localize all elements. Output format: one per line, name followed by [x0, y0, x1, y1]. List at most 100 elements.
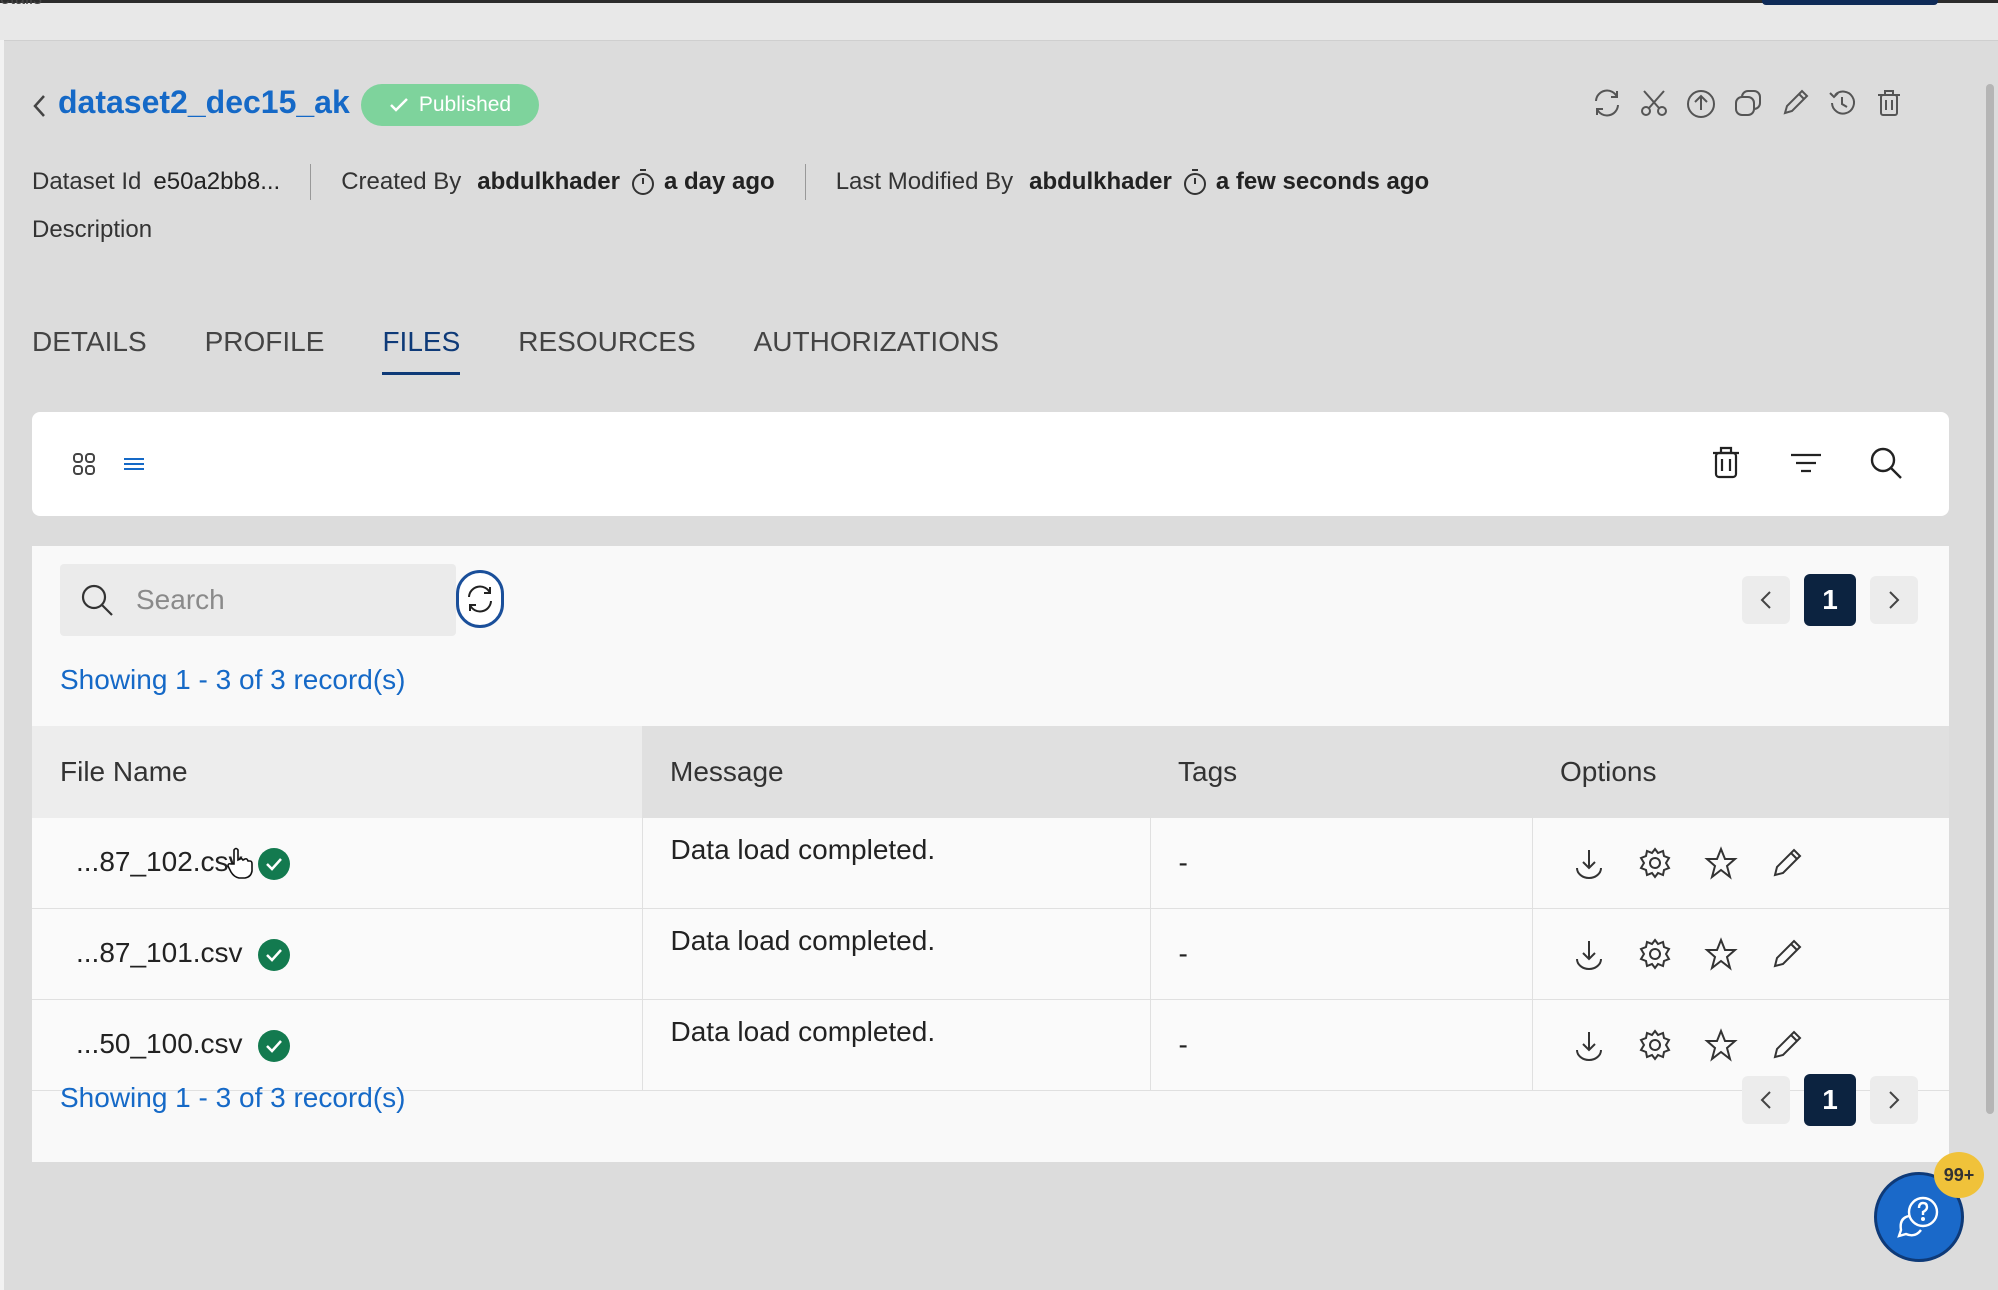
success-check-icon [258, 938, 291, 971]
refresh-icon [464, 583, 496, 615]
options-cell [1531, 818, 1949, 909]
message-cell: Data load completed. [641, 999, 1150, 1091]
column-header-tags[interactable]: Tags [1150, 726, 1532, 818]
tab-profile[interactable]: PROFILE [205, 326, 325, 375]
edit-icon[interactable] [1778, 86, 1811, 119]
file-name-cell: ...87_101.csv [32, 908, 642, 1000]
breadcrumb: etails [0, 0, 42, 9]
modified-by-label: Last Modified By [835, 168, 1014, 195]
column-header-file-name[interactable]: File Name [32, 726, 642, 818]
edit-icon[interactable] [1769, 1027, 1805, 1063]
help-chat-icon [1895, 1194, 1943, 1240]
success-check-icon [258, 1029, 291, 1062]
header-toolbar [1590, 86, 1905, 119]
refresh-button[interactable] [456, 570, 504, 628]
pagination-top: 1 [1742, 574, 1918, 626]
tags-cell: - [1149, 999, 1532, 1091]
search-input[interactable] [134, 583, 438, 617]
current-page[interactable]: 1 [1804, 1074, 1856, 1126]
current-page[interactable]: 1 [1804, 574, 1856, 626]
table-header-row: File Name Message Tags Options [32, 726, 1949, 818]
star-icon[interactable] [1703, 1027, 1739, 1063]
star-icon[interactable] [1703, 936, 1739, 972]
column-header-options: Options [1532, 726, 1949, 818]
dataset-id-label: Dataset Id [32, 168, 142, 195]
timer-icon [1182, 167, 1208, 197]
table-row: ...87_102.csv Data load completed. - [32, 818, 1949, 909]
download-icon[interactable] [1571, 936, 1607, 972]
file-name-link[interactable]: ...87_102.csv [76, 846, 243, 877]
upload-icon[interactable] [1684, 86, 1717, 119]
pagination-bottom: 1 [1742, 1074, 1918, 1126]
notification-badge: 99+ [1934, 1152, 1984, 1198]
meta-divider [310, 164, 312, 200]
column-header-message[interactable]: Message [642, 726, 1150, 818]
success-check-icon [258, 847, 291, 880]
message-cell: Data load completed. [641, 818, 1150, 909]
file-name-cell: ...50_100.csv [32, 999, 642, 1091]
history-icon[interactable] [1825, 86, 1858, 119]
filter-icon[interactable] [1788, 444, 1824, 482]
list-view-icon[interactable] [120, 450, 148, 478]
tags-cell: - [1149, 908, 1532, 1000]
modified-by-value: abdulkhader [1029, 168, 1172, 195]
left-panel-edge [0, 40, 4, 1290]
search-icon[interactable] [1868, 444, 1904, 482]
tab-files[interactable]: FILES [382, 326, 461, 375]
check-icon [389, 97, 409, 113]
table-row: ...50_100.csv Data load completed. - [32, 999, 1949, 1091]
table-row: ...87_101.csv Data load completed. - [32, 908, 1949, 1000]
description-label: Description [32, 216, 153, 243]
tags-cell: - [1149, 818, 1532, 909]
prev-page-button[interactable] [1742, 576, 1790, 624]
settings-icon[interactable] [1637, 1027, 1673, 1063]
options-cell [1531, 908, 1949, 1000]
file-name-link[interactable]: ...50_100.csv [76, 1028, 243, 1059]
tab-resources[interactable]: RESOURCES [518, 326, 695, 375]
modified-time: a few seconds ago [1215, 168, 1430, 195]
meta-divider [804, 164, 806, 200]
edit-icon[interactable] [1769, 936, 1805, 972]
files-table: File Name Message Tags Options ...87_102… [32, 726, 1949, 1091]
tab-bar: DETAILS PROFILE FILES RESOURCES AUTHORIZ… [32, 326, 1057, 375]
files-panel: 1 Showing 1 - 3 of 3 record(s) File Name… [32, 546, 1949, 1162]
message-cell: Data load completed. [641, 908, 1150, 1000]
hand-cursor-icon [224, 845, 256, 881]
delete-icon[interactable] [1708, 444, 1744, 482]
top-bar: etails [0, 0, 1998, 41]
star-icon[interactable] [1703, 845, 1739, 881]
copy-icon[interactable] [1731, 86, 1764, 119]
status-badge: Published [361, 84, 539, 126]
next-page-button[interactable] [1870, 1076, 1918, 1124]
showing-records-bottom: Showing 1 - 3 of 3 record(s) [60, 1082, 406, 1113]
download-icon[interactable] [1571, 1027, 1607, 1063]
refresh-icon[interactable] [1590, 86, 1623, 119]
scissors-icon[interactable] [1637, 86, 1670, 119]
dataset-id-value: e50a2bb8... [153, 168, 281, 195]
edit-icon[interactable] [1769, 845, 1805, 881]
file-name-cell: ...87_102.csv [32, 818, 642, 909]
search-icon [78, 581, 116, 619]
next-page-button[interactable] [1870, 576, 1918, 624]
created-by-label: Created By [341, 168, 462, 195]
download-icon[interactable] [1571, 845, 1607, 881]
prev-page-button[interactable] [1742, 1076, 1790, 1124]
delete-icon[interactable] [1872, 86, 1905, 119]
settings-icon[interactable] [1637, 845, 1673, 881]
top-border [0, 0, 1998, 3]
vertical-scrollbar[interactable] [1986, 84, 1994, 1114]
back-chevron-icon[interactable] [28, 92, 50, 120]
file-name-link[interactable]: ...87_101.csv [76, 937, 243, 968]
showing-records-top: Showing 1 - 3 of 3 record(s) [60, 664, 406, 695]
timer-icon [630, 167, 656, 197]
created-by-value: abdulkhader [477, 168, 620, 195]
grid-view-icon[interactable] [70, 450, 98, 478]
top-action-button[interactable] [1762, 0, 1938, 5]
dataset-title: dataset2_dec15_ak [58, 84, 350, 120]
search-box [60, 564, 456, 636]
settings-icon[interactable] [1637, 936, 1673, 972]
dataset-meta: Dataset Id e50a2bb8... Created By abdulk… [32, 164, 1429, 200]
tab-authorizations[interactable]: AUTHORIZATIONS [754, 326, 999, 375]
status-label: Published [418, 93, 512, 116]
tab-details[interactable]: DETAILS [32, 326, 147, 375]
